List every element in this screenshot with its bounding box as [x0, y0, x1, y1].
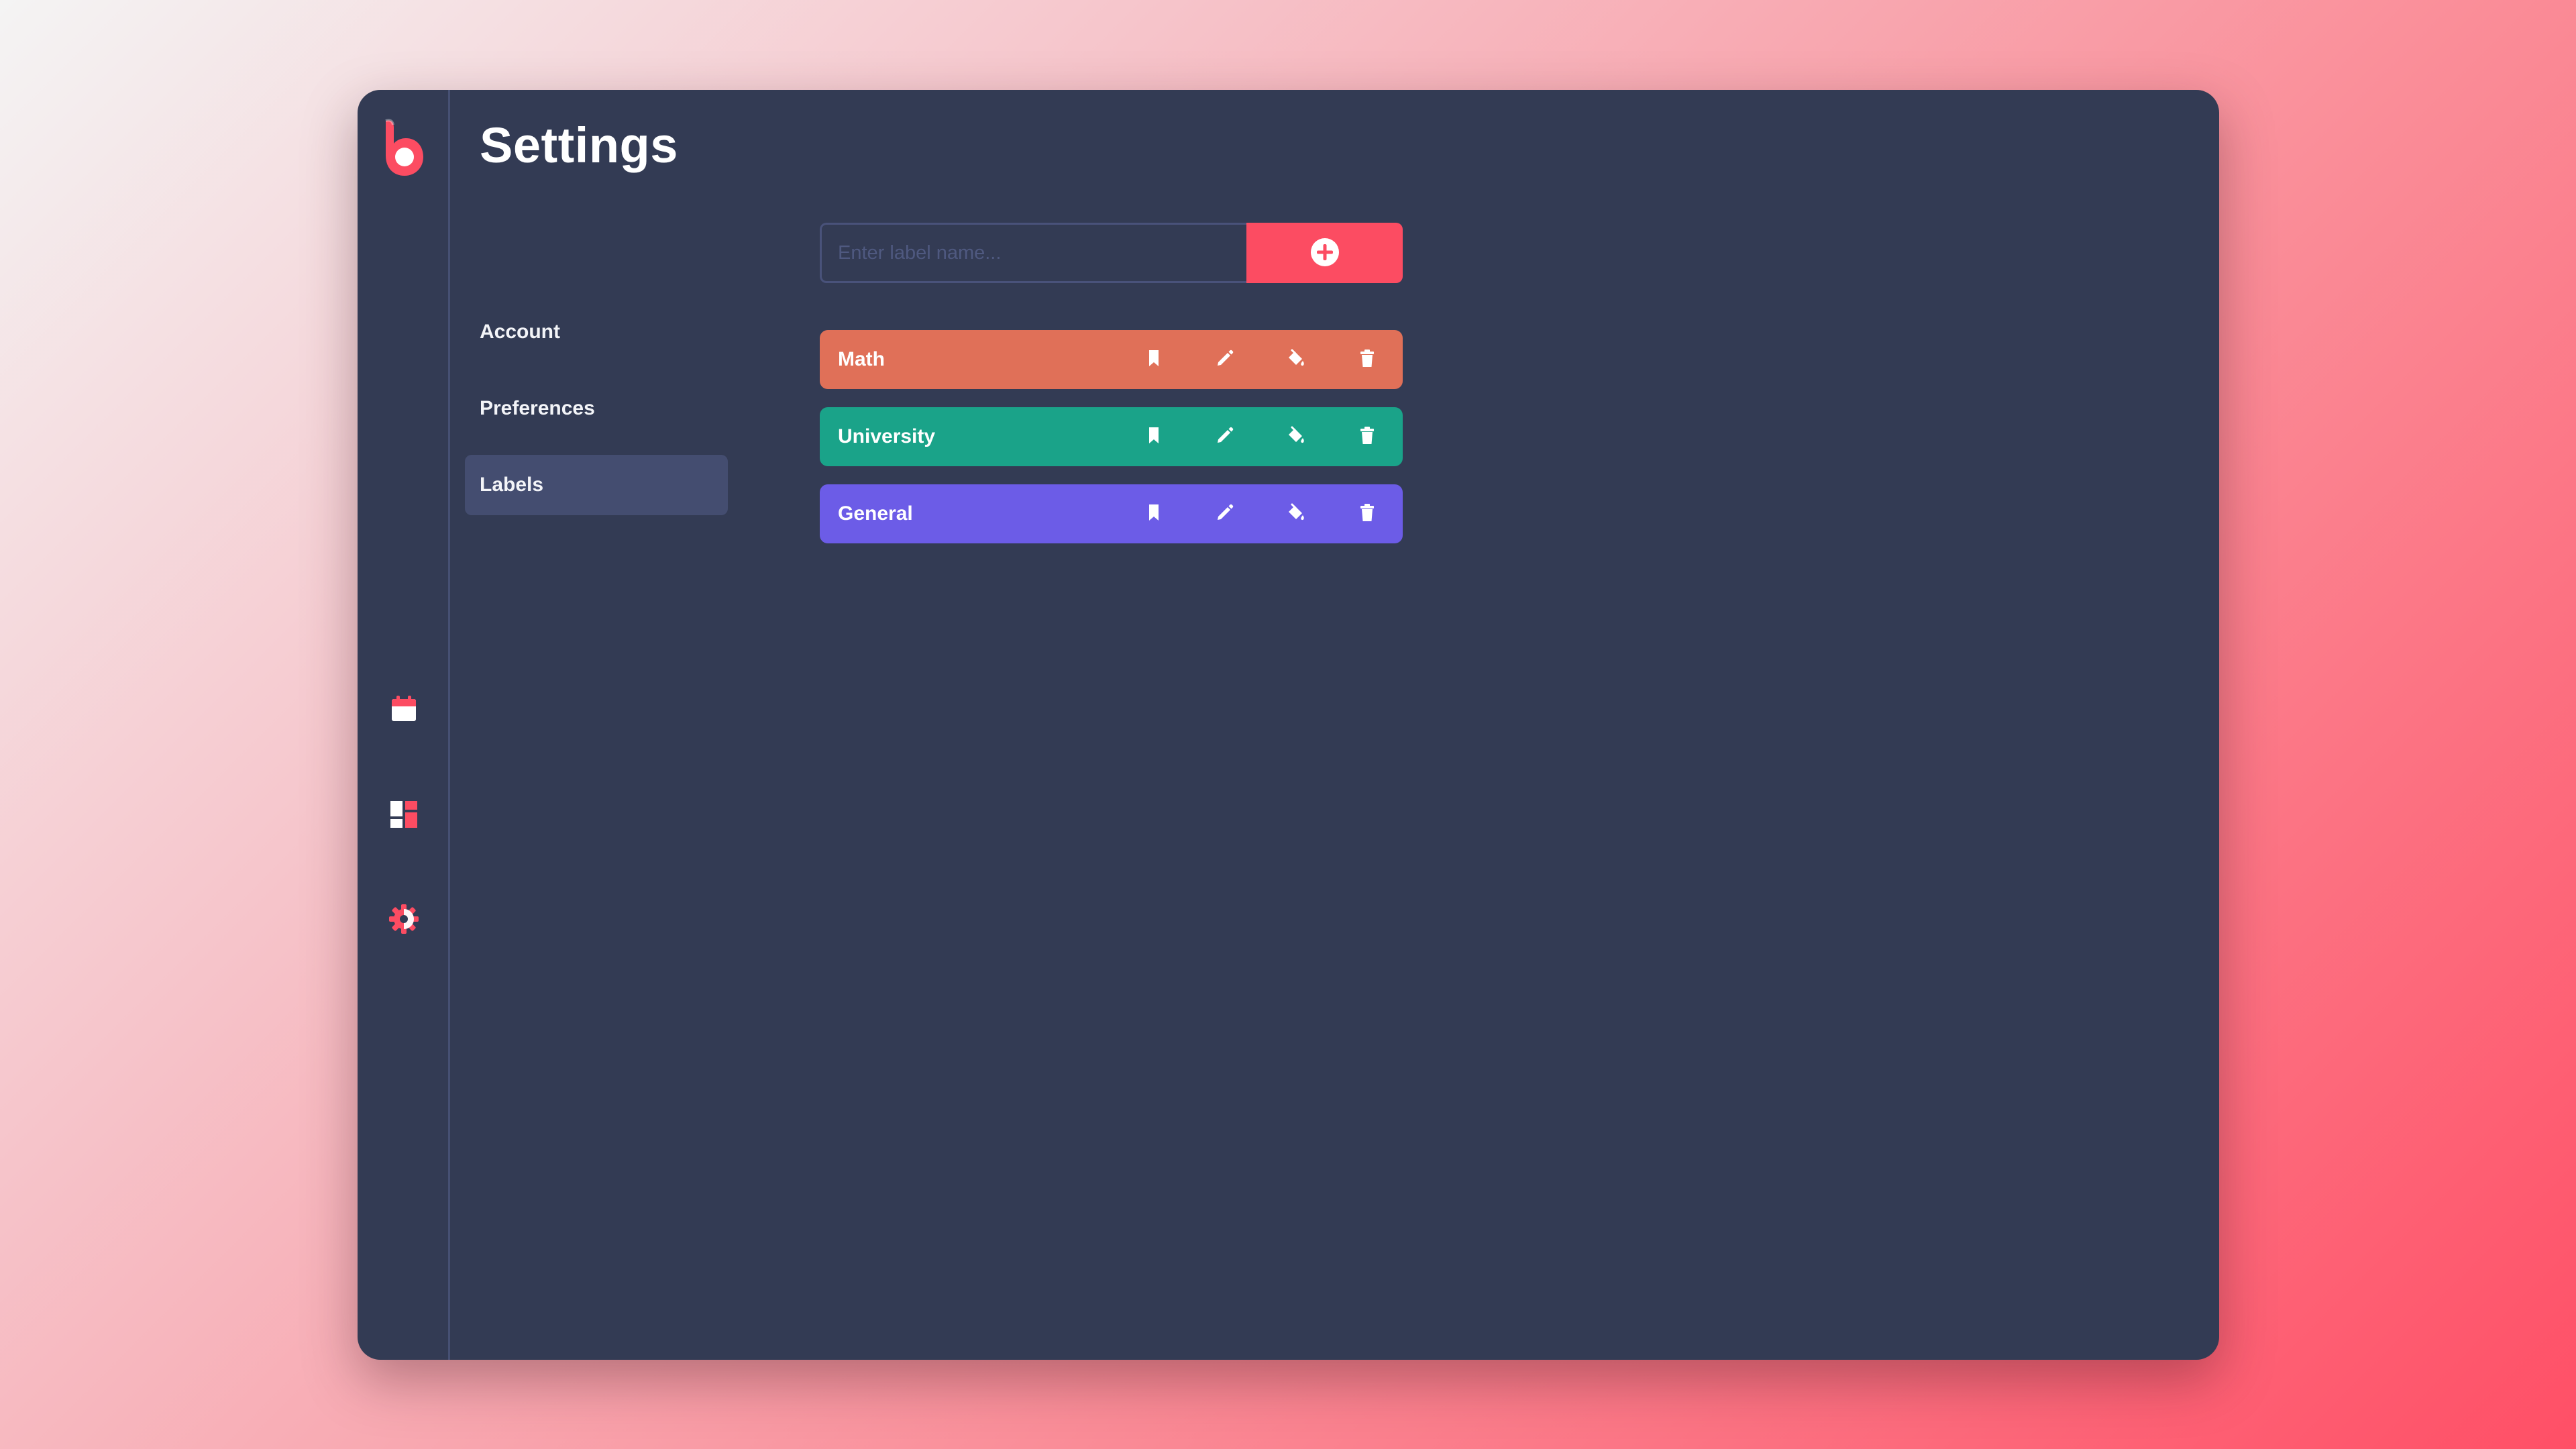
label-name: General	[838, 502, 913, 525]
dashboard-icon	[389, 800, 419, 833]
pencil-icon	[1215, 502, 1235, 526]
delete-button[interactable]	[1332, 407, 1403, 466]
label-actions	[1118, 330, 1403, 389]
delete-button[interactable]	[1332, 330, 1403, 389]
label-list: Math University General	[820, 330, 1403, 561]
bookmark-button[interactable]	[1118, 484, 1189, 543]
color-button[interactable]	[1260, 484, 1332, 543]
subnav-item-preferences[interactable]: Preferences	[465, 378, 728, 439]
label-row-general: General	[820, 484, 1403, 543]
add-label-button[interactable]	[1246, 223, 1403, 283]
label-row-math: Math	[820, 330, 1403, 389]
bookmark-icon	[1144, 348, 1164, 372]
app-logo[interactable]	[379, 117, 430, 178]
paint-bucket-icon	[1286, 348, 1306, 372]
color-button[interactable]	[1260, 330, 1332, 389]
trash-icon	[1357, 348, 1377, 372]
add-label-form	[820, 223, 1403, 283]
trash-icon	[1357, 425, 1377, 449]
subnav-item-labels[interactable]: Labels	[465, 455, 728, 515]
bookmark-icon	[1144, 502, 1164, 526]
delete-button[interactable]	[1332, 484, 1403, 543]
page-title: Settings	[480, 117, 678, 173]
label-row-university: University	[820, 407, 1403, 466]
trash-icon	[1357, 502, 1377, 526]
bookmark-button[interactable]	[1118, 407, 1189, 466]
label-name-input[interactable]	[820, 223, 1246, 283]
pencil-icon	[1215, 348, 1235, 372]
dashboard-nav-button[interactable]	[380, 792, 427, 839]
label-name: Math	[838, 348, 885, 370]
paint-bucket-icon	[1286, 425, 1306, 449]
gear-icon	[388, 903, 420, 938]
edit-button[interactable]	[1189, 407, 1260, 466]
settings-nav-button[interactable]	[380, 897, 427, 944]
bookmark-button[interactable]	[1118, 330, 1189, 389]
subnav-item-account[interactable]: Account	[465, 302, 728, 362]
plus-circle-icon	[1309, 237, 1340, 270]
label-actions	[1118, 407, 1403, 466]
calendar-icon	[389, 694, 419, 727]
paint-bucket-icon	[1286, 502, 1306, 526]
app-window: Settings Account Preferences Labels Math	[358, 90, 2219, 1360]
bookmark-icon	[1144, 425, 1164, 449]
edit-button[interactable]	[1189, 484, 1260, 543]
label-name: University	[838, 425, 936, 447]
edit-button[interactable]	[1189, 330, 1260, 389]
calendar-nav-button[interactable]	[380, 687, 427, 734]
icon-rail	[358, 90, 450, 1360]
label-actions	[1118, 484, 1403, 543]
settings-subnav: Account Preferences Labels	[465, 302, 728, 531]
color-button[interactable]	[1260, 407, 1332, 466]
pencil-icon	[1215, 425, 1235, 449]
